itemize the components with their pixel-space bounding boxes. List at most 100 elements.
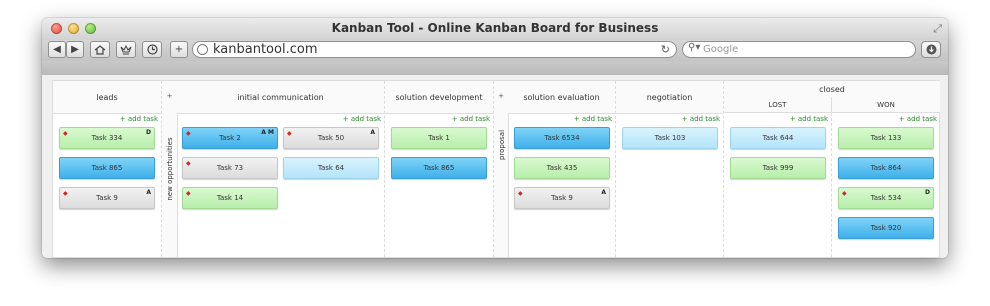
task-title: Task 9: [96, 194, 118, 202]
task-card[interactable]: Task 644: [730, 127, 826, 149]
column-new-opportunities[interactable]: + new opportunities: [162, 81, 178, 257]
task-card[interactable]: ◆ Task 14: [182, 187, 278, 209]
column-proposal[interactable]: + proposal: [494, 81, 509, 257]
downloads-button[interactable]: [921, 41, 941, 58]
url-text: kanbantool.com: [213, 42, 318, 57]
task-title: Task 50: [317, 134, 345, 142]
task-badge: A: [601, 189, 606, 196]
task-card[interactable]: ◆ Task 50 A: [283, 127, 379, 149]
task-title: Task 334: [91, 134, 123, 142]
add-task-link[interactable]: + add task: [343, 115, 381, 123]
address-bar[interactable]: kanbantool.com ↻: [192, 41, 677, 58]
task-title: Task 865: [423, 164, 455, 172]
task-title: Task 14: [216, 194, 244, 202]
kanban-board: leads + add task ◆ Task 334 D Task 865 ◆ Ta…: [52, 80, 940, 258]
task-card[interactable]: Task 103: [622, 127, 718, 149]
search-field[interactable]: ⚲▾ Google: [682, 41, 916, 58]
globe-icon: [197, 44, 208, 55]
task-card[interactable]: Task 6534: [514, 127, 610, 149]
column-won: + add task Task 133 Task 864 ◆ Task 534 D …: [832, 113, 940, 257]
reload-icon[interactable]: ↻: [661, 43, 670, 56]
task-card[interactable]: ◆ Task 334 D: [59, 127, 155, 149]
task-card[interactable]: Task 133: [838, 127, 934, 149]
home-button[interactable]: [90, 41, 110, 58]
task-badge: D: [925, 189, 930, 196]
task-title: Task 103: [654, 134, 686, 142]
pin-icon: ◆: [186, 160, 191, 167]
fullscreen-icon[interactable]: ⤢: [933, 22, 942, 36]
pin-icon: ◆: [186, 190, 191, 197]
back-icon: ◀: [53, 44, 61, 55]
add-task-link[interactable]: + add task: [899, 115, 937, 123]
task-title: Task 920: [870, 224, 902, 232]
task-title: Task 865: [91, 164, 123, 172]
column-title-lost: LOST: [724, 97, 832, 113]
window-title: Kanban Tool - Online Kanban Board for Bu…: [331, 21, 659, 35]
task-card[interactable]: ◆ Task 2 A M: [182, 127, 278, 149]
history-button[interactable]: [142, 41, 162, 58]
pin-icon: ◆: [518, 190, 523, 197]
page-content: leads + add task ◆ Task 334 D Task 865 ◆ Ta…: [42, 75, 948, 258]
task-title: Task 864: [870, 164, 902, 172]
task-title: Task 73: [216, 164, 244, 172]
pin-icon: ◆: [287, 130, 292, 137]
title-bar: Kanban Tool - Online Kanban Board for Bu…: [42, 18, 948, 40]
column-negotiation: negotiation + add task Task 103: [616, 81, 724, 257]
add-task-link[interactable]: + add task: [790, 115, 828, 123]
task-card[interactable]: Task 999: [730, 157, 826, 179]
task-title: Task 6534: [544, 134, 580, 142]
add-task-link[interactable]: + add task: [120, 115, 158, 123]
task-badge: A: [370, 129, 375, 136]
add-task-link[interactable]: + add task: [682, 115, 720, 123]
top-sites-button[interactable]: [116, 41, 136, 58]
forward-icon: ▶: [71, 44, 79, 55]
task-title: Task 133: [870, 134, 902, 142]
task-card[interactable]: ◆ Task 9 A: [514, 187, 610, 209]
task-badge: A: [146, 189, 151, 196]
column-title-leads: leads: [53, 81, 161, 114]
task-card[interactable]: Task 865: [391, 157, 487, 179]
column-title-closed: closed: [724, 81, 940, 98]
task-title: Task 999: [762, 164, 794, 172]
column-title-negotiation: negotiation: [616, 81, 723, 114]
task-title: Task 64: [317, 164, 345, 172]
clock-icon: [146, 44, 158, 55]
task-card[interactable]: Task 64: [283, 157, 379, 179]
pin-icon: ◆: [63, 130, 68, 137]
column-initial-communication: initial communication + add task ◆ Task 2…: [177, 81, 385, 257]
plus-icon: +: [174, 44, 184, 55]
expand-column-button[interactable]: +: [162, 92, 177, 100]
task-card[interactable]: Task 435: [514, 157, 610, 179]
add-task-link[interactable]: + add task: [452, 115, 490, 123]
task-title: Task 435: [546, 164, 578, 172]
task-badge: D: [146, 129, 151, 136]
pin-icon: ◆: [186, 130, 191, 137]
task-title: Task 1: [428, 134, 450, 142]
task-title: Task 9: [551, 194, 573, 202]
new-tab-button[interactable]: +: [170, 41, 188, 58]
column-leads: leads + add task ◆ Task 334 D Task 865 ◆ Ta…: [53, 81, 162, 257]
column-title-solution-development: solution development: [385, 81, 493, 114]
task-card[interactable]: Task 865: [59, 157, 155, 179]
task-card[interactable]: ◆ Task 534 D: [838, 187, 934, 209]
bookmarks-bar: [42, 61, 948, 76]
add-task-link[interactable]: + add task: [574, 115, 612, 123]
task-title: Task 2: [219, 134, 241, 142]
column-group-closed: closed LOST WON: [724, 81, 940, 113]
forward-button[interactable]: ▶: [66, 41, 84, 58]
column-title-new-opportunities: new opportunities: [166, 137, 174, 201]
task-card[interactable]: ◆ Task 9 A: [59, 187, 155, 209]
task-card[interactable]: Task 920: [838, 217, 934, 239]
column-lost: + add task Task 644 Task 999: [724, 113, 832, 257]
task-card[interactable]: ◆ Task 73: [182, 157, 278, 179]
search-placeholder: Google: [703, 44, 739, 55]
browser-window: Kanban Tool - Online Kanban Board for Bu…: [42, 18, 948, 258]
task-card[interactable]: Task 864: [838, 157, 934, 179]
column-title-proposal: proposal: [498, 129, 506, 161]
task-card[interactable]: Task 1: [391, 127, 487, 149]
home-icon: [94, 44, 106, 55]
back-button[interactable]: ◀: [48, 41, 66, 58]
column-solution-evaluation: solution evaluation + add task Task 6534…: [508, 81, 616, 257]
browser-toolbar: ◀ ▶ + kanbantool.com ↻ ⚲▾ Google: [42, 40, 948, 61]
task-badge: A M: [261, 129, 274, 136]
